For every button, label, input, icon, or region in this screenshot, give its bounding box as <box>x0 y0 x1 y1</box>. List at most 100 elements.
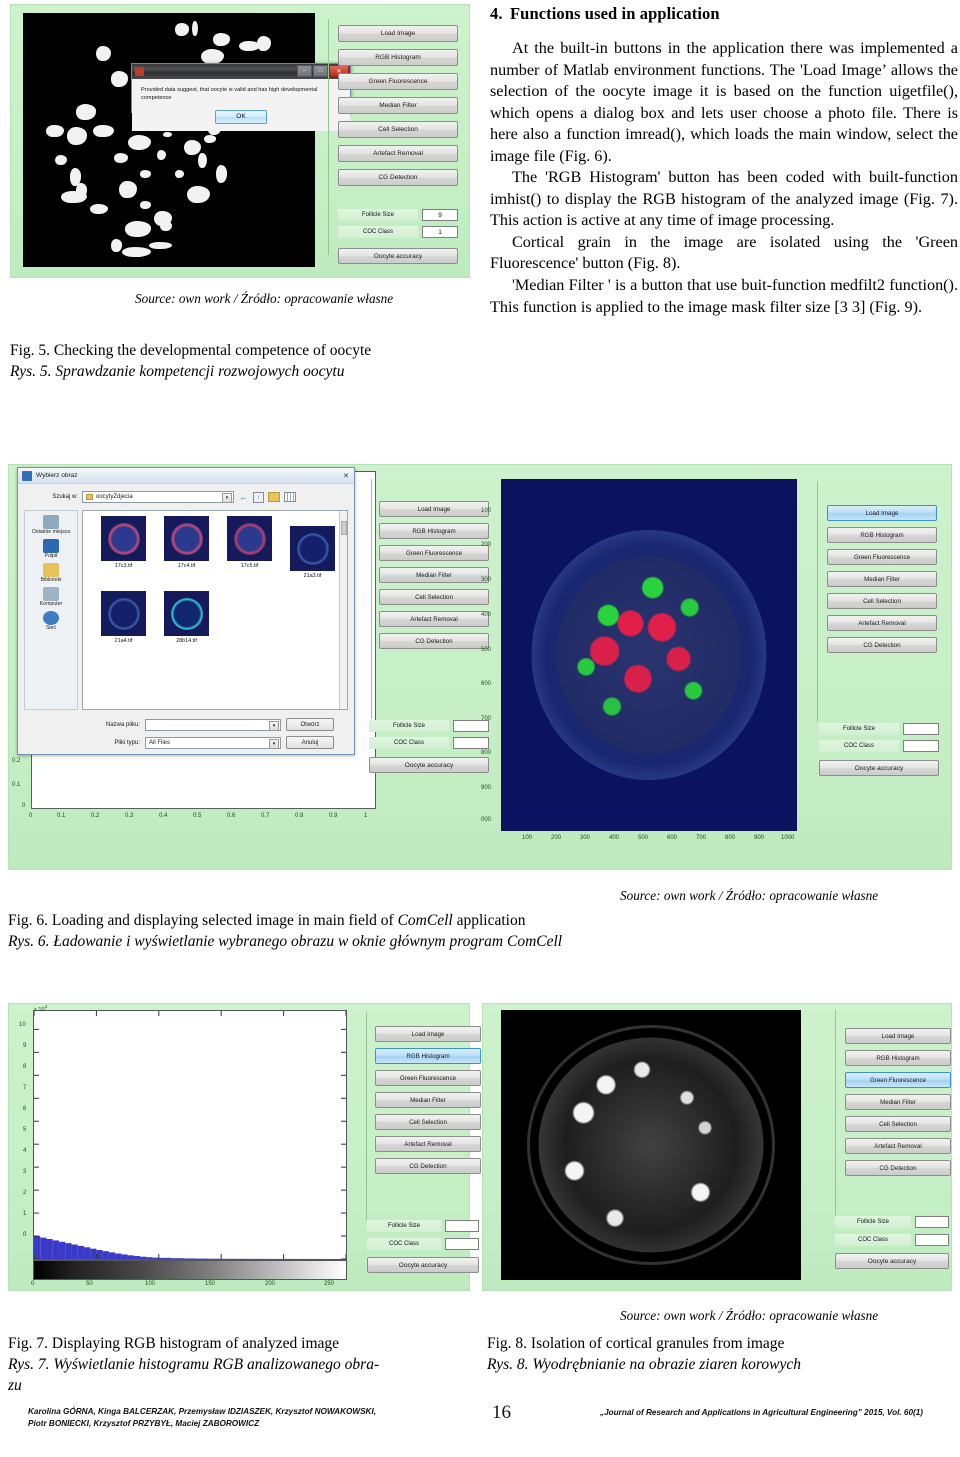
file-list-scrollbar[interactable] <box>339 511 347 709</box>
file-item[interactable]: 21a4.tif <box>95 591 152 644</box>
coc-class-field[interactable] <box>445 1238 479 1250</box>
follicle-size-field[interactable]: 9 <box>422 209 458 221</box>
load-image-button[interactable]: Load Image <box>827 505 937 521</box>
file-name-input[interactable]: ▾ <box>145 718 281 731</box>
places-label: Komputer <box>39 601 63 607</box>
file-thumbnail <box>164 516 209 561</box>
back-arrow-icon[interactable]: ← <box>238 492 249 503</box>
green-fluorescence-button[interactable]: Green Fluorescence <box>338 73 458 90</box>
median-filter-button[interactable]: Median Filter <box>375 1092 481 1108</box>
follicle-size-label: Follicle Size <box>367 1220 441 1232</box>
artefact-removal-button[interactable]: Artefact Removal <box>827 615 937 631</box>
file-list-area[interactable]: 17c3.tif 17c4.tif 17c5.tif 21a3.tif 21a4… <box>82 510 348 710</box>
file-item[interactable]: 17c3.tif <box>95 516 152 579</box>
places-item-network[interactable]: Sieć <box>25 611 77 631</box>
places-item-desktop[interactable]: Pulpit <box>25 539 77 559</box>
load-image-button[interactable]: Load Image <box>375 1026 481 1042</box>
oocyte-accuracy-button[interactable]: Oocyte accuracy <box>338 248 458 264</box>
minimize-icon[interactable]: – <box>297 65 312 77</box>
cancel-button[interactable]: Anuluj <box>286 736 334 749</box>
median-filter-button[interactable]: Median Filter <box>338 97 458 114</box>
figure-5-gui-screenshot: – □ ✕ Provided data suggest, that oocyte… <box>10 4 470 278</box>
look-in-combo[interactable]: oocytyZdjecia ▾ <box>82 491 234 503</box>
median-filter-button[interactable]: Median Filter <box>845 1094 951 1110</box>
rgb-histogram-button[interactable]: RGB Histogram <box>845 1050 951 1066</box>
histogram-bars <box>34 1236 348 1259</box>
dialog-titlebar[interactable]: – □ ✕ <box>132 64 350 79</box>
file-item[interactable]: 28b14.tif <box>158 591 215 644</box>
load-image-button[interactable]: Load Image <box>845 1028 951 1044</box>
coc-class-field[interactable] <box>453 737 489 749</box>
close-icon[interactable]: ✕ <box>343 472 349 480</box>
places-item-recent[interactable]: Ostatnie miejsca <box>25 515 77 535</box>
up-folder-icon[interactable]: ↑ <box>253 491 264 503</box>
artefact-removal-button[interactable]: Artefact Removal <box>375 1136 481 1152</box>
rgb-histogram-button[interactable]: RGB Histogram <box>827 527 937 543</box>
cg-detection-button[interactable]: CG Detection <box>338 169 458 186</box>
fig5-message-dialog[interactable]: – □ ✕ Provided data suggest, that oocyte… <box>131 63 351 131</box>
panel-divider <box>328 19 329 255</box>
chevron-down-icon[interactable]: ▾ <box>269 720 279 731</box>
places-label: Ostatnie miejsca <box>31 529 71 535</box>
oocyte-accuracy-button[interactable]: Oocyte accuracy <box>819 760 939 776</box>
artefact-removal-button[interactable]: Artefact Removal <box>338 145 458 162</box>
places-sidebar[interactable]: Ostatnie miejsca Pulpit Biblioteki Kompu… <box>24 510 78 710</box>
fig7-accuracy-row: Oocyte accuracy <box>367 1257 479 1273</box>
median-filter-button[interactable]: Median Filter <box>379 567 489 583</box>
artefact-removal-button[interactable]: Artefact Removal <box>379 611 489 627</box>
fig5-source-line: Source: own work / Źródło: opracowanie w… <box>135 291 394 306</box>
oocyte-accuracy-button[interactable]: Oocyte accuracy <box>835 1253 949 1269</box>
green-fluorescence-button[interactable]: Green Fluorescence <box>845 1072 951 1088</box>
file-dialog-titlebar[interactable]: Wybierz obraz ✕ <box>18 468 354 484</box>
file-thumbnail <box>164 591 209 636</box>
load-image-button[interactable]: Load Image <box>338 25 458 42</box>
oocyte-accuracy-button[interactable]: Oocyte accuracy <box>369 757 489 773</box>
scrollbar-thumb[interactable] <box>341 521 347 535</box>
oocyte-accuracy-button[interactable]: Oocyte accuracy <box>367 1257 479 1273</box>
green-fluorescence-button[interactable]: Green Fluorescence <box>375 1070 481 1086</box>
cell-selection-button[interactable]: Cell Selection <box>379 589 489 605</box>
green-fluorescence-button[interactable]: Green Fluorescence <box>379 545 489 561</box>
views-icon[interactable] <box>284 492 296 502</box>
coc-class-field[interactable] <box>915 1234 949 1246</box>
artefact-removal-button[interactable]: Artefact Removal <box>845 1138 951 1154</box>
coc-class-field[interactable] <box>903 740 939 752</box>
file-name-row: Nazwa pliku: ▾ Otwórz <box>82 718 348 731</box>
file-type-row: Pliki typu: All Files ▾ Anuluj <box>82 736 348 749</box>
cell-selection-button[interactable]: Cell Selection <box>827 593 937 609</box>
follicle-size-field[interactable] <box>445 1220 479 1232</box>
file-item[interactable]: 17c4.tif <box>158 516 215 579</box>
histogram-exponent-label: x 104 <box>34 1004 47 1013</box>
cg-detection-button[interactable]: CG Detection <box>375 1158 481 1174</box>
places-item-libraries[interactable]: Biblioteki <box>25 563 77 583</box>
maximize-icon[interactable]: □ <box>313 65 328 77</box>
green-fluorescence-button[interactable]: Green Fluorescence <box>827 549 937 565</box>
load-image-button[interactable]: Load Image <box>379 501 489 517</box>
follicle-size-field[interactable] <box>915 1216 949 1228</box>
follicle-size-label: Follicle Size <box>369 720 449 732</box>
fig8-caption-pl: Rys. 8. Wyodrębnianie na obrazie ziaren … <box>487 1356 801 1374</box>
places-item-computer[interactable]: Komputer <box>25 587 77 607</box>
chevron-down-icon[interactable]: ▾ <box>269 738 279 749</box>
rgb-histogram-button[interactable]: RGB Histogram <box>375 1048 481 1064</box>
file-open-dialog[interactable]: Wybierz obraz ✕ Szukaj w: oocytyZdjecia … <box>17 467 355 755</box>
file-type-combo[interactable]: All Files ▾ <box>145 736 281 749</box>
new-folder-icon[interactable] <box>268 492 280 502</box>
follicle-size-field[interactable] <box>903 723 939 735</box>
cell-selection-button[interactable]: Cell Selection <box>375 1114 481 1130</box>
fig6-right-coc-row: COC Class <box>819 740 939 752</box>
cell-selection-button[interactable]: Cell Selection <box>845 1116 951 1132</box>
rgb-histogram-button[interactable]: RGB Histogram <box>338 49 458 66</box>
ok-button[interactable]: OK <box>215 109 267 124</box>
rgb-histogram-button[interactable]: RGB Histogram <box>379 523 489 539</box>
file-item[interactable]: 17c5.tif <box>221 516 278 579</box>
coc-class-field[interactable]: 1 <box>422 226 458 238</box>
cell-selection-button[interactable]: Cell Selection <box>338 121 458 138</box>
chevron-down-icon[interactable]: ▾ <box>222 493 232 503</box>
file-item[interactable]: 21a3.tif <box>284 526 341 579</box>
cg-detection-button[interactable]: CG Detection <box>379 633 489 649</box>
median-filter-button[interactable]: Median Filter <box>827 571 937 587</box>
cg-detection-button[interactable]: CG Detection <box>845 1160 951 1176</box>
open-button[interactable]: Otwórz <box>286 718 334 731</box>
cg-detection-button[interactable]: CG Detection <box>827 637 937 653</box>
